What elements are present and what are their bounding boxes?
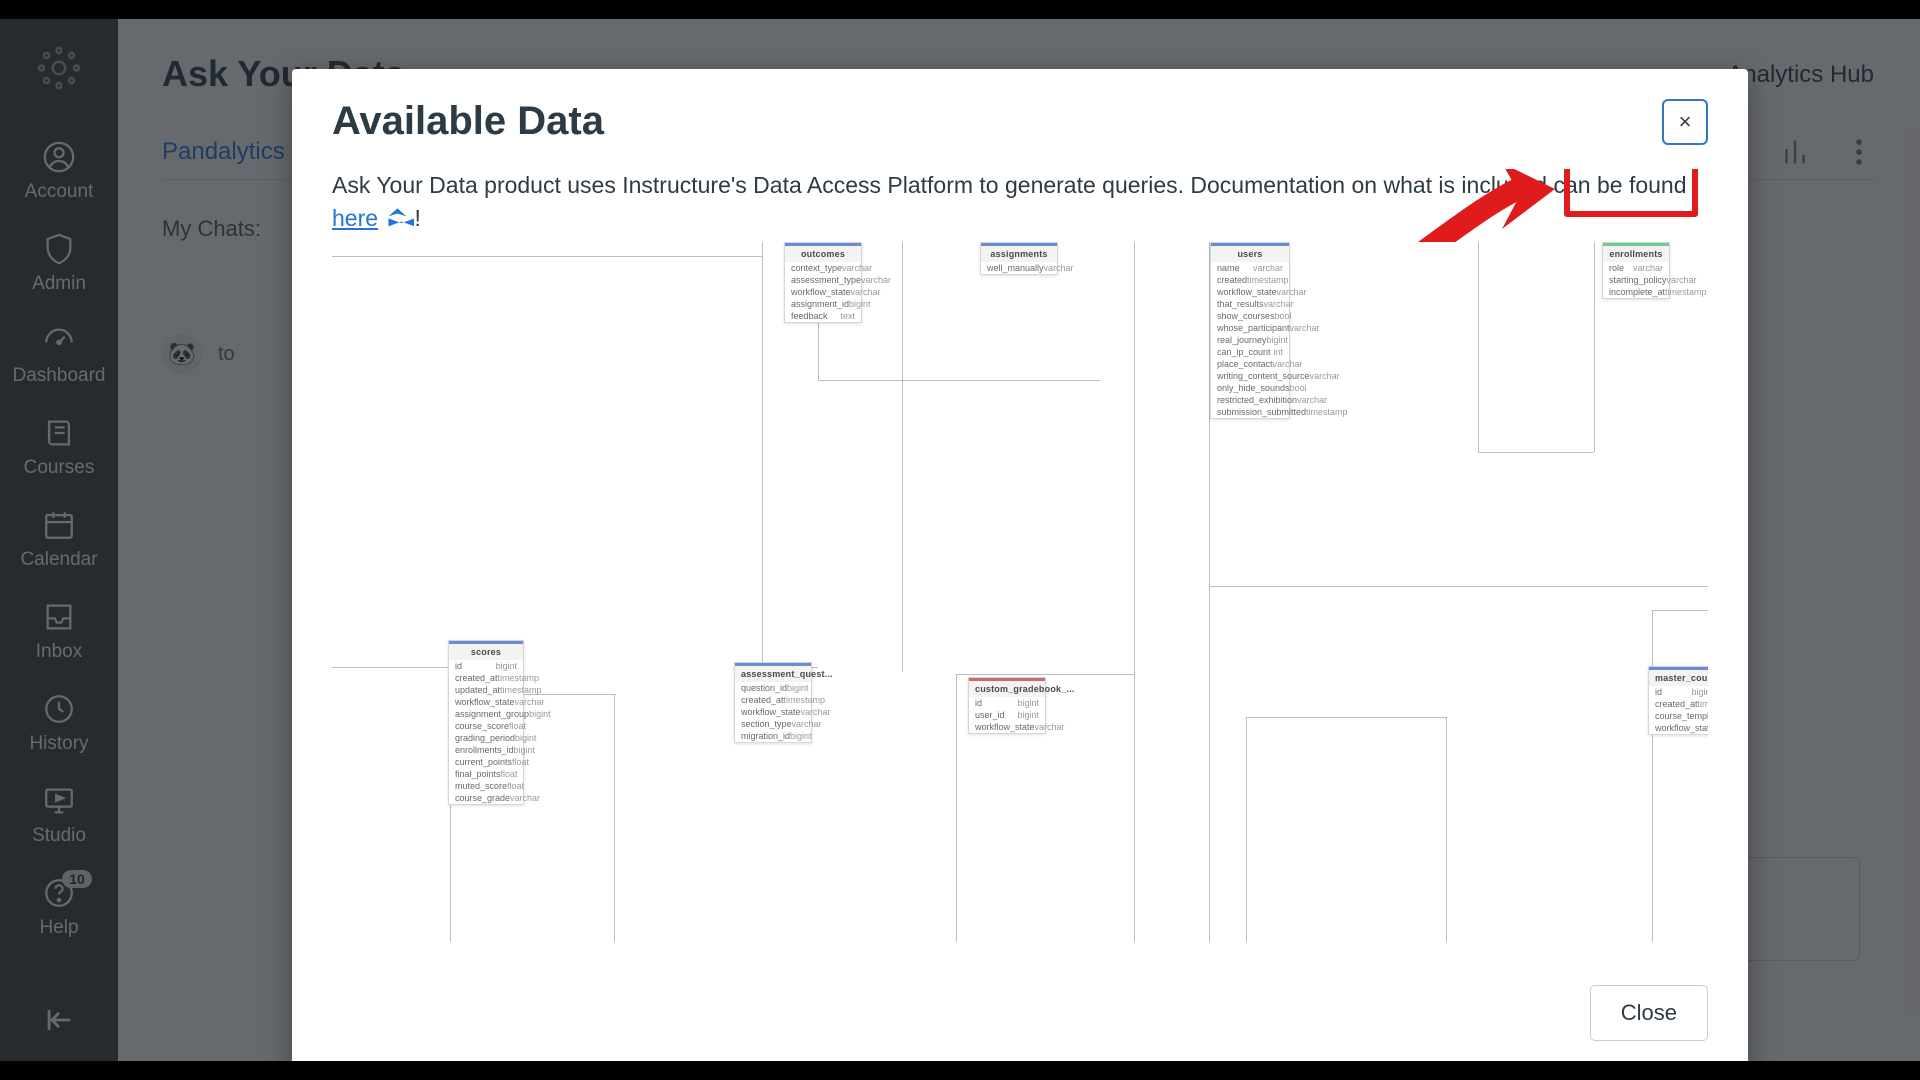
entity-field: can_ip_countint [1211, 346, 1289, 358]
entity-field: workflow_statevarchar [449, 696, 523, 708]
entity-field: course_template_idbigint [1649, 710, 1708, 722]
entity-field: user_idbigint [969, 709, 1045, 721]
entity-field: starting_policyvarchar [1603, 274, 1669, 286]
entity-enrollments[interactable]: enrollmentsrolevarcharstarting_policyvar… [1602, 242, 1670, 299]
modal-title: Available Data [332, 99, 604, 144]
modal-close-x-button[interactable]: × [1662, 99, 1708, 145]
entity-field: migration_idbigint [735, 730, 811, 742]
entity-field: updated_attimestamp [449, 684, 523, 696]
entity-field: created_attimestamp [1649, 698, 1708, 710]
entity-field: rolevarchar [1603, 262, 1669, 274]
entity-field: assignment_idbigint [785, 298, 861, 310]
dropbox-icon [388, 208, 414, 228]
entity-field: workflow_statevarchar [1649, 722, 1708, 734]
entity-assessment-question[interactable]: assessment_quest...question_idbigintcrea… [734, 662, 812, 743]
entity-field: course_scorefloat [449, 720, 523, 732]
entity-title: master_courses_ma... [1649, 667, 1708, 686]
entity-field: grading_periodbigint [449, 732, 523, 744]
entity-field: place_contactvarchar [1211, 358, 1289, 370]
entity-title: assessment_quest... [735, 663, 811, 682]
entity-outcomes[interactable]: outcomescontext_typevarcharassessment_ty… [784, 242, 862, 323]
available-data-modal: Available Data × Ask Your Data product u… [292, 69, 1748, 1069]
entity-field: incomplete_attimestamp [1603, 286, 1669, 298]
close-icon: × [1679, 109, 1692, 135]
entity-field: enrollments_idbigint [449, 744, 523, 756]
entity-field: section_typevarchar [735, 718, 811, 730]
entity-field: idbigint [969, 697, 1045, 709]
entity-scores[interactable]: scoresidbigintcreated_attimestampupdated… [448, 640, 524, 805]
entity-field: well_manuallyvarchar [981, 262, 1057, 274]
entity-title: custom_gradebook_... [969, 678, 1045, 697]
entity-field: context_typevarchar [785, 262, 861, 274]
entity-field: current_pointsfloat [449, 756, 523, 768]
entity-field: only_hide_soundsbool [1211, 382, 1289, 394]
entity-field: createdtimestamp [1211, 274, 1289, 286]
entity-users[interactable]: usersnamevarcharcreatedtimestampworkflow… [1210, 242, 1290, 419]
entity-custom-gradebook[interactable]: custom_gradebook_...idbigintuser_idbigin… [968, 677, 1046, 734]
entity-field: that_resultsvarchar [1211, 298, 1289, 310]
entity-field: muted_scorefloat [449, 780, 523, 792]
entity-master-courses[interactable]: master_courses_ma...idbigintcreated_atti… [1648, 666, 1708, 735]
entity-field: whose_participantvarchar [1211, 322, 1289, 334]
entity-field: created_attimestamp [449, 672, 523, 684]
entity-assignments[interactable]: assignmentswell_manuallyvarchar [980, 242, 1058, 275]
entity-field: question_idbigint [735, 682, 811, 694]
entity-field: show_coursesbool [1211, 310, 1289, 322]
entity-field: course_gradevarchar [449, 792, 523, 804]
entity-field: workflow_statevarchar [785, 286, 861, 298]
entity-field: assessment_typevarchar [785, 274, 861, 286]
entity-field: feedbacktext [785, 310, 861, 322]
entity-title: enrollments [1603, 243, 1669, 262]
entity-title: outcomes [785, 243, 861, 262]
entity-field: real_journeybigint [1211, 334, 1289, 346]
entity-field: submission_submittedtimestamp [1211, 406, 1289, 418]
entity-field: idbigint [449, 660, 523, 672]
entity-title: assignments [981, 243, 1057, 262]
modal-description: Ask Your Data product uses Instructure's… [332, 169, 1708, 236]
entity-field: workflow_statevarchar [969, 721, 1045, 733]
entity-title: scores [449, 641, 523, 660]
entity-field: assignment_groupbigint [449, 708, 523, 720]
modal-close-button[interactable]: Close [1590, 985, 1708, 1041]
entity-field: final_pointsfloat [449, 768, 523, 780]
entity-field: workflow_statevarchar [1211, 286, 1289, 298]
schema-diagram[interactable]: outcomescontext_typevarcharassessment_ty… [332, 242, 1708, 942]
documentation-link[interactable]: here [332, 205, 378, 231]
entity-field: restricted_exhibitionvarchar [1211, 394, 1289, 406]
entity-field: writing_content_sourcevarchar [1211, 370, 1289, 382]
entity-title: users [1211, 243, 1289, 262]
entity-field: created_attimestamp [735, 694, 811, 706]
entity-field: idbigint [1649, 686, 1708, 698]
entity-field: namevarchar [1211, 262, 1289, 274]
entity-field: workflow_statevarchar [735, 706, 811, 718]
